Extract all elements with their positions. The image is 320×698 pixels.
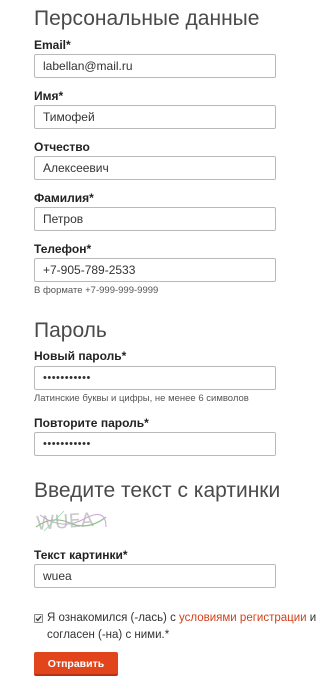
new-password-label: Новый пароль* — [34, 349, 127, 363]
name-label: Имя* — [34, 89, 64, 103]
captcha-field[interactable]: wuea — [34, 564, 276, 588]
captcha-section-title: Введите текст с картинки — [34, 479, 281, 502]
phone-hint: В формате +7-999-999-9999 — [34, 285, 159, 296]
patronymic-label: Отчество — [34, 140, 90, 154]
personal-section-title: Персональные данные — [34, 7, 260, 30]
surname-label: Фамилия* — [34, 191, 94, 205]
patronymic-field[interactable]: Алексеевич — [34, 156, 276, 180]
name-field[interactable]: Тимофей — [34, 105, 276, 129]
checkmark-icon — [35, 615, 42, 622]
agreement-checkbox[interactable] — [34, 614, 43, 623]
registration-terms-link[interactable]: условиями регистрации — [179, 612, 307, 624]
repeat-password-field[interactable]: ••••••••••• — [34, 432, 276, 456]
new-password-field[interactable]: ••••••••••• — [34, 366, 276, 390]
password-section-title: Пароль — [34, 319, 107, 342]
agreement-text-before: Я ознакомился (-лась) с — [47, 612, 180, 624]
repeat-password-label: Повторите пароль* — [34, 416, 149, 430]
agreement-text: Я ознакомился (-лась) с условиями регист… — [47, 610, 317, 644]
phone-field[interactable]: +7-905-789-2533 — [34, 258, 276, 282]
surname-field[interactable]: Петров — [34, 207, 276, 231]
captcha-image: WUEA — [34, 507, 108, 535]
captcha-label: Текст картинки* — [34, 548, 128, 562]
new-password-hint: Латинские буквы и цифры, не менее 6 симв… — [34, 393, 249, 404]
submit-button[interactable]: Отправить — [34, 652, 118, 676]
phone-label: Телефон* — [34, 242, 92, 256]
email-field[interactable]: labellan@mail.ru — [34, 54, 276, 78]
email-label: Email* — [34, 38, 71, 52]
